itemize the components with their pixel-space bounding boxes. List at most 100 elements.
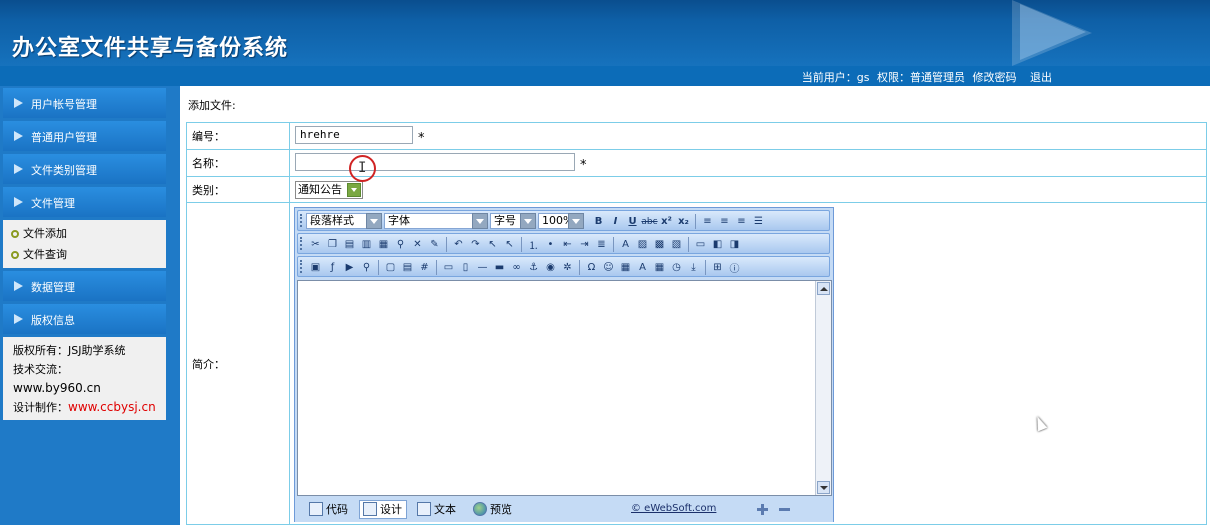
submenu-label: 文件添加	[23, 227, 67, 240]
rich-text-editor: 段落样式 字体 字号 100% B I U abc x² x₂ ≡ ≡ ≡ ☰	[294, 207, 834, 522]
fullscreen-icon[interactable]: ⊞	[710, 260, 725, 275]
current-user: 当前用户：gs	[801, 71, 870, 84]
special-char-icon[interactable]: Ω	[584, 260, 599, 275]
zoom-select[interactable]: 100%	[538, 213, 584, 229]
flash-icon[interactable]: ƒ	[325, 260, 340, 275]
about-icon[interactable]: ⓘ	[727, 260, 742, 275]
logout-link[interactable]: 退出	[1030, 71, 1052, 84]
sidebar-item-file-management[interactable]: 文件管理	[3, 187, 166, 217]
arrow-right-icon	[14, 281, 23, 291]
page-title: 添加文件:	[188, 99, 236, 112]
calendar-icon[interactable]: ▦	[652, 260, 667, 275]
marquee-icon[interactable]: ▦	[618, 260, 633, 275]
page-break-icon[interactable]: ⤓	[686, 260, 701, 275]
outdent-icon[interactable]: ⇤	[560, 237, 575, 252]
code-icon	[309, 502, 323, 516]
align-right-icon[interactable]: ≡	[734, 214, 749, 229]
name-input[interactable]	[295, 153, 575, 171]
intro-label: 简介：	[186, 202, 290, 525]
indent-icon[interactable]: ⇥	[577, 237, 592, 252]
highlight-icon[interactable]: ▨	[635, 237, 650, 252]
horizontal-rule-icon[interactable]: —	[475, 260, 490, 275]
editor-content-area[interactable]	[297, 280, 832, 496]
web-icon[interactable]: ◉	[543, 260, 558, 275]
superscript-icon[interactable]: x²	[659, 214, 674, 229]
sidebar-item-file-categories[interactable]: 文件类别管理	[3, 154, 166, 184]
unlink-icon[interactable]: ✲	[560, 260, 575, 275]
layer-icon[interactable]: ▭	[693, 237, 708, 252]
sidebar-item-copyright[interactable]: 版权信息	[3, 304, 166, 334]
line-height-icon[interactable]: ≣	[594, 237, 609, 252]
number-input[interactable]: hrehre	[295, 126, 413, 144]
zoom-in-icon[interactable]	[757, 504, 768, 515]
textarea-icon[interactable]: ▯	[458, 260, 473, 275]
send-backward-icon[interactable]: ◨	[727, 237, 742, 252]
submenu-item-file-add[interactable]: 文件添加	[3, 223, 166, 244]
zoom-out-icon[interactable]	[779, 504, 790, 515]
art-text-icon[interactable]: A	[635, 260, 650, 275]
ordered-list-icon[interactable]: ⒈	[526, 237, 541, 252]
tech-site-link[interactable]: www.by960.cn	[13, 379, 156, 398]
editor-scrollbar[interactable]	[815, 281, 831, 495]
link-icon[interactable]: ∞	[509, 260, 524, 275]
sidebar-item-data-management[interactable]: 数据管理	[3, 271, 166, 301]
chevron-down-icon[interactable]	[347, 182, 361, 197]
paragraph-style-select[interactable]: 段落样式	[306, 213, 382, 229]
submenu-item-file-query[interactable]: 文件查询	[3, 244, 166, 265]
image-icon[interactable]: ▣	[308, 260, 323, 275]
underline-icon[interactable]: U	[625, 214, 640, 229]
strikethrough-icon[interactable]: abc	[641, 214, 657, 229]
submenu-label: 文件查询	[23, 248, 67, 261]
mode-code-label: 代码	[326, 503, 348, 516]
copy-icon[interactable]: ❐	[325, 237, 340, 252]
paste-icon[interactable]: ▤	[342, 237, 357, 252]
editor-brand-link[interactable]: © eWebSoft.com	[631, 503, 716, 514]
undo-icon[interactable]: ↶	[451, 237, 466, 252]
font-family-select[interactable]: 字体	[384, 213, 488, 229]
format-brush-icon[interactable]: ✎	[427, 237, 442, 252]
mode-preview-tab[interactable]: 预览	[469, 500, 517, 519]
media-icon[interactable]: ▶	[342, 260, 357, 275]
cut-icon[interactable]: ✂	[308, 237, 323, 252]
unordered-list-icon[interactable]: •	[543, 237, 558, 252]
design-site-link[interactable]: www.ccbysj.cn	[68, 400, 156, 414]
paste-text-icon[interactable]: ▥	[359, 237, 374, 252]
sidebar-item-label: 数据管理	[31, 281, 75, 294]
sidebar: 用户帐号管理 普通用户管理 文件类别管理 文件管理 文件添加 文件查询 数据管理…	[0, 86, 180, 525]
sidebar-item-regular-users[interactable]: 普通用户管理	[3, 121, 166, 151]
textbox-icon[interactable]: ▭	[441, 260, 456, 275]
time-icon[interactable]: ◷	[669, 260, 684, 275]
subscript-icon[interactable]: x₂	[676, 214, 691, 229]
emoticon-icon[interactable]: ☺	[601, 260, 616, 275]
align-center-icon[interactable]: ≡	[717, 214, 732, 229]
background-color-icon[interactable]: ▧	[669, 237, 684, 252]
italic-icon[interactable]: I	[608, 214, 623, 229]
sidebar-item-user-accounts[interactable]: 用户帐号管理	[3, 88, 166, 118]
change-password-link[interactable]: 修改密码	[973, 71, 1017, 84]
table-color-icon[interactable]: ▩	[652, 237, 667, 252]
anchor-icon[interactable]: ⚓	[526, 260, 541, 275]
select-all-icon[interactable]: ↖	[485, 237, 500, 252]
scroll-down-icon[interactable]	[817, 481, 830, 494]
grid-icon[interactable]: #	[417, 260, 432, 275]
table-insert-icon[interactable]: ▤	[400, 260, 415, 275]
category-select[interactable]: 通知公告	[295, 180, 363, 199]
mode-design-tab[interactable]: 设计	[359, 500, 407, 519]
attachment-icon[interactable]: ⚲	[359, 260, 374, 275]
mode-text-tab[interactable]: 文本	[413, 500, 461, 519]
bold-icon[interactable]: B	[591, 214, 606, 229]
scroll-up-icon[interactable]	[817, 282, 830, 295]
find-icon[interactable]: ⚲	[393, 237, 408, 252]
delete-icon[interactable]: ✕	[410, 237, 425, 252]
font-size-select[interactable]: 字号	[490, 213, 536, 229]
form-icon[interactable]: ▢	[383, 260, 398, 275]
align-left-icon[interactable]: ≡	[700, 214, 715, 229]
deselect-icon[interactable]: ↖	[502, 237, 517, 252]
bring-forward-icon[interactable]: ◧	[710, 237, 725, 252]
align-justify-icon[interactable]: ☰	[751, 214, 766, 229]
redo-icon[interactable]: ↷	[468, 237, 483, 252]
font-color-icon[interactable]: A	[618, 237, 633, 252]
paste-word-icon[interactable]: ▦	[376, 237, 391, 252]
mode-code-tab[interactable]: 代码	[305, 500, 353, 519]
button-field-icon[interactable]: ▬	[492, 260, 507, 275]
